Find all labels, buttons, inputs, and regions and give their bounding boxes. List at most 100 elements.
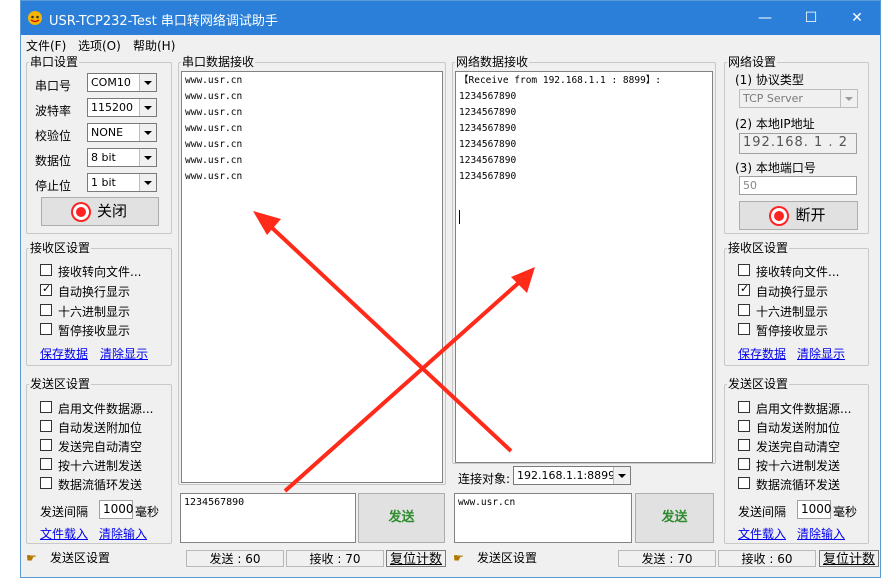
serial-clear-display-link[interactable]: 清除显示 (100, 345, 148, 362)
parity-select[interactable]: NONE (87, 123, 157, 142)
serial-auto-append-checkbox[interactable]: 自动发送附加位 (40, 419, 170, 435)
net-auto-append-checkbox[interactable]: 自动发送附加位 (738, 419, 868, 435)
chevron-down-icon (139, 149, 156, 166)
baud-select[interactable]: 115200 (87, 98, 157, 117)
menu-bar: 文件(F) 选项(O) 帮助(H) (21, 35, 880, 53)
net-auto-clear-checkbox[interactable]: 发送完自动清空 (738, 438, 868, 454)
net-load-file-link[interactable]: 文件载入 (738, 525, 786, 542)
menu-file[interactable]: 文件(F) (26, 37, 66, 54)
checkbox-box (40, 304, 52, 316)
window-title: USR-TCP232-Test 串口转网络调试助手 (49, 14, 278, 29)
status-light-icon (771, 207, 788, 224)
local-port-input[interactable]: 50 (739, 176, 857, 195)
net-recv-to-file-checkbox[interactable]: 接收转向文件... (738, 263, 868, 279)
databits-select[interactable]: 8 bit (87, 148, 157, 167)
port-value: COM10 (91, 76, 131, 89)
serial-interval-input[interactable]: 1000 (99, 500, 134, 519)
reset-count-right-button[interactable]: 复位计数 (819, 550, 879, 567)
port-label: 串口号 (35, 79, 72, 93)
checkbox-label: 数据流循环发送 (58, 478, 143, 492)
serial-clear-input-link[interactable]: 清除输入 (99, 525, 147, 542)
recv-line: www.usr.cn (185, 75, 243, 86)
serial-pause-display-checkbox[interactable]: 暂停接收显示 (40, 322, 170, 338)
close-window-button[interactable]: ✕ (834, 1, 880, 35)
recv-line: 1234567890 (459, 123, 517, 134)
checkbox-label: 启用文件数据源... (58, 402, 154, 416)
recv-line: 1234567890 (459, 155, 517, 166)
serial-recv-to-file-checkbox[interactable]: 接收转向文件... (40, 263, 170, 279)
recv-line: 1234567890 (459, 107, 517, 118)
parity-label: 校验位 (35, 129, 72, 143)
net-disconnect-button[interactable]: 断开 (739, 201, 858, 230)
chevron-down-icon (139, 74, 156, 91)
net-save-data-link[interactable]: 保存数据 (738, 345, 786, 362)
net-send-settings-title: 发送区设置 (727, 377, 790, 391)
serial-settings-title: 串口设置 (29, 55, 80, 69)
recv-line: www.usr.cn (185, 171, 243, 182)
serial-send-settings-group: 发送区设置 启用文件数据源... 自动发送附加位 发送完自动清空 按十六进制发送… (26, 377, 172, 544)
chevron-down-icon (139, 124, 156, 141)
serial-recv-settings-title: 接收区设置 (29, 241, 92, 255)
net-auto-wrap-checkbox[interactable]: 自动换行显示 (738, 282, 868, 299)
serial-close-button[interactable]: 关闭 (41, 197, 159, 226)
checkbox-box (40, 401, 52, 413)
checkbox-label: 接收转向文件... (58, 265, 142, 279)
net-pause-display-checkbox[interactable]: 暂停接收显示 (738, 322, 868, 338)
net-send-button[interactable]: 发送 (635, 493, 714, 543)
serial-recv-title: 串口数据接收 (181, 55, 256, 69)
serial-loop-send-checkbox[interactable]: 数据流循环发送 (40, 476, 170, 492)
serial-auto-wrap-checkbox[interactable]: 自动换行显示 (40, 282, 170, 299)
net-loop-send-checkbox[interactable]: 数据流循环发送 (738, 476, 868, 492)
serial-auto-clear-checkbox[interactable]: 发送完自动清空 (40, 438, 170, 454)
checkbox-label: 发送完自动清空 (58, 440, 143, 454)
checkbox-box (738, 264, 750, 276)
recv-line: 1234567890 (459, 171, 517, 182)
minimize-button[interactable]: — (742, 1, 788, 35)
status-bar-right: ☛ 发送区设置 发送 : 70 接收 : 60 复位计数 (453, 550, 881, 568)
net-disconnect-label: 断开 (795, 206, 826, 224)
checkbox-box (738, 439, 750, 451)
menu-help[interactable]: 帮助(H) (133, 37, 175, 54)
serial-recv-textarea[interactable]: www.usr.cn www.usr.cn www.usr.cn www.usr… (181, 71, 443, 483)
protocol-select[interactable]: TCP Server (739, 89, 858, 108)
stopbits-select[interactable]: 1 bit (87, 173, 157, 192)
checkbox-label: 自动换行显示 (756, 285, 829, 299)
net-clear-display-link[interactable]: 清除显示 (797, 345, 845, 362)
net-send-textarea[interactable]: www.usr.cn (454, 493, 632, 543)
net-interval-input[interactable]: 1000 (797, 500, 832, 519)
send-text: www.usr.cn (458, 497, 516, 508)
status-send-settings-left[interactable]: 发送区设置 (50, 550, 110, 567)
net-hex-display-checkbox[interactable]: 十六进制显示 (738, 303, 868, 319)
serial-send-textarea[interactable]: 1234567890 (180, 493, 356, 543)
status-recv-count-right: 接收 : 60 (718, 550, 816, 567)
checkbox-box (738, 323, 750, 335)
checkbox-box (40, 477, 52, 489)
menu-options[interactable]: 选项(O) (78, 37, 121, 54)
serial-hex-send-checkbox[interactable]: 按十六进制发送 (40, 457, 170, 473)
connect-target-select[interactable]: 192.168.1.1:8899 (513, 466, 631, 485)
title-bar[interactable]: USR-TCP232-Test 串口转网络调试助手 — ☐ ✕ (21, 1, 880, 35)
reset-count-left-button[interactable]: 复位计数 (386, 550, 446, 567)
net-hex-send-checkbox[interactable]: 按十六进制发送 (738, 457, 868, 473)
net-settings-title: 网络设置 (727, 55, 778, 69)
net-file-source-checkbox[interactable]: 启用文件数据源... (738, 400, 868, 416)
serial-load-file-link[interactable]: 文件载入 (40, 525, 88, 542)
checkbox-label: 接收转向文件... (756, 265, 840, 279)
serial-interval-label: 发送间隔 (40, 505, 89, 519)
serial-hex-display-checkbox[interactable]: 十六进制显示 (40, 303, 170, 319)
status-send-settings-right[interactable]: 发送区设置 (477, 550, 537, 567)
databits-value: 8 bit (91, 151, 116, 164)
checkbox-box-checked (40, 282, 52, 296)
net-settings-group: 网络设置 (1) 协议类型 TCP Server (2) 本地IP地址 192.… (724, 55, 869, 234)
serial-interval-unit: 毫秒 (135, 505, 160, 519)
serial-file-source-checkbox[interactable]: 启用文件数据源... (40, 400, 170, 416)
serial-send-button[interactable]: 发送 (358, 493, 445, 543)
maximize-button[interactable]: ☐ (788, 1, 834, 35)
chevron-down-icon (139, 174, 156, 191)
local-ip-input[interactable]: 192.168. 1 . 2 (739, 133, 857, 154)
port-select[interactable]: COM10 (87, 73, 157, 92)
net-recv-textarea[interactable]: 【Receive from 192.168.1.1 : 8899】: 12345… (455, 71, 713, 463)
net-clear-input-link[interactable]: 清除输入 (797, 525, 845, 542)
checkbox-label: 十六进制显示 (756, 305, 829, 319)
serial-save-data-link[interactable]: 保存数据 (40, 345, 88, 362)
